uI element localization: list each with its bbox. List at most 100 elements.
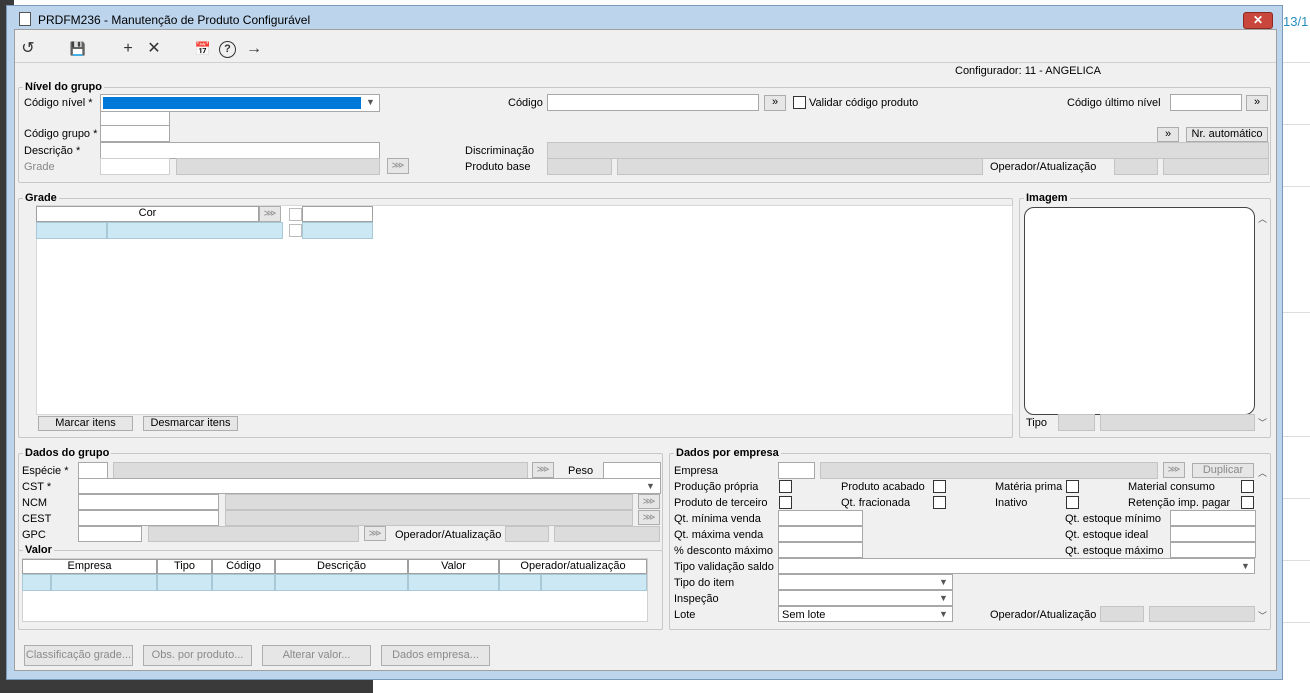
grade-col-search-button[interactable]: ⋙: [259, 206, 281, 222]
gpc-search-button[interactable]: ⋙: [364, 526, 386, 541]
inspecao-label: Inspeção: [674, 593, 719, 605]
ncm-input[interactable]: [78, 494, 219, 510]
produto-terceiro-checkbox[interactable]: [779, 496, 792, 509]
descricao-input[interactable]: [100, 142, 380, 159]
estoque-minimo-input[interactable]: [1170, 510, 1256, 526]
codigo-ultimo-input[interactable]: [1170, 94, 1242, 111]
classificacao-grade-button[interactable]: Classificação grade...: [24, 645, 133, 666]
valor-cell[interactable]: [499, 574, 541, 591]
marcar-itens-button[interactable]: Marcar itens: [38, 416, 133, 431]
gpc-input[interactable]: [78, 526, 142, 542]
chevron-down-icon: ▼: [939, 609, 948, 619]
valor-cell[interactable]: [157, 574, 212, 591]
tipo-validacao-select[interactable]: [778, 558, 1255, 574]
delete-icon[interactable]: ✕: [144, 39, 164, 59]
grade-input[interactable]: [100, 158, 170, 175]
codigo-nivel-select[interactable]: [100, 94, 380, 112]
alterar-valor-button[interactable]: Alterar valor...: [262, 645, 371, 666]
qt-minima-input[interactable]: [778, 510, 863, 526]
codigo-search-button[interactable]: »: [764, 95, 786, 111]
valor-cell[interactable]: [22, 574, 51, 591]
grade-search-button[interactable]: ⋙: [387, 158, 409, 174]
chevron-down-icon: ▼: [366, 97, 375, 107]
valor-cell[interactable]: [212, 574, 275, 591]
lote-select[interactable]: Sem lote: [778, 606, 953, 622]
discriminacao-field: [547, 142, 1269, 159]
retencao-checkbox[interactable]: [1241, 496, 1254, 509]
valor-cell[interactable]: [408, 574, 499, 591]
tipo-item-select[interactable]: [778, 574, 953, 590]
valor-col-codigo[interactable]: Código: [212, 559, 275, 574]
duplicar-button[interactable]: Duplicar: [1192, 463, 1254, 478]
cest-input[interactable]: [78, 510, 219, 526]
tipo-item-label: Tipo do item: [674, 577, 735, 589]
material-consumo-checkbox[interactable]: [1241, 480, 1254, 493]
undo-icon[interactable]: ↺: [18, 39, 38, 59]
especie-input[interactable]: [78, 462, 108, 479]
grade-header-checkbox[interactable]: [289, 208, 302, 221]
calendar-icon[interactable]: 📅: [193, 39, 213, 59]
materia-prima-checkbox[interactable]: [1066, 480, 1079, 493]
grade-cell[interactable]: [107, 222, 283, 239]
nr-automatico-button[interactable]: Nr. automático: [1186, 127, 1268, 142]
valor-col-tipo[interactable]: Tipo: [157, 559, 212, 574]
producao-propria-label: Produção própria: [674, 481, 759, 493]
nr-search-button[interactable]: »: [1157, 127, 1179, 142]
empresa-input[interactable]: [778, 462, 815, 479]
chevron-down-icon: ▼: [939, 577, 948, 587]
grupo-atualizacao-field: [554, 526, 660, 542]
nivel-atualizacao-field: [1163, 158, 1269, 175]
empresa-search-button[interactable]: ⋙: [1163, 462, 1185, 478]
qt-maxima-input[interactable]: [778, 526, 863, 542]
scroll-down-icon[interactable]: ﹀: [1258, 416, 1267, 429]
estoque-ideal-input[interactable]: [1170, 526, 1256, 542]
qt-maxima-label: Qt. máxima venda: [674, 529, 764, 541]
exit-icon[interactable]: →: [244, 39, 264, 59]
valor-col-valor[interactable]: Valor: [408, 559, 499, 574]
ncm-label: NCM: [22, 497, 48, 509]
save-icon[interactable]: 💾: [68, 39, 88, 59]
ncm-search-button[interactable]: ⋙: [638, 494, 660, 509]
desmarcar-itens-button[interactable]: Desmarcar itens: [143, 416, 238, 431]
valor-col-operador[interactable]: Operador/atualização: [499, 559, 647, 574]
validar-checkbox[interactable]: [793, 96, 806, 109]
app-icon: [19, 12, 31, 26]
codigo-ultimo-search-button[interactable]: »: [1246, 95, 1268, 111]
desconto-input[interactable]: [778, 542, 863, 558]
estoque-maximo-input[interactable]: [1170, 542, 1256, 558]
valor-cell[interactable]: [51, 574, 157, 591]
descricao-label: Descrição *: [24, 145, 81, 157]
produto-acabado-checkbox[interactable]: [933, 480, 946, 493]
produto-base-desc: [617, 158, 983, 175]
help-icon[interactable]: ?: [219, 41, 236, 58]
cst-select[interactable]: [78, 478, 661, 494]
valor-col-empresa[interactable]: Empresa: [22, 559, 157, 574]
grade-cell[interactable]: [36, 222, 107, 239]
scroll-up-icon[interactable]: ︿: [1258, 212, 1267, 225]
nivel-operador-field: [1114, 158, 1158, 175]
grade-row-checkbox[interactable]: [289, 224, 302, 237]
peso-input[interactable]: [603, 462, 661, 479]
add-icon[interactable]: +: [118, 39, 138, 59]
codigo-grupo-input[interactable]: [100, 125, 170, 142]
scroll-up-icon[interactable]: ︿: [1258, 466, 1267, 479]
close-button[interactable]: ✕: [1243, 12, 1273, 29]
grade-col-extra[interactable]: [302, 206, 373, 222]
grade-cell[interactable]: [302, 222, 373, 239]
producao-propria-checkbox[interactable]: [779, 480, 792, 493]
valor-col-descricao[interactable]: Descrição: [275, 559, 408, 574]
grade-col-cor[interactable]: Cor: [36, 206, 259, 222]
cest-search-button[interactable]: ⋙: [638, 510, 660, 525]
scroll-down-icon[interactable]: ﹀: [1258, 609, 1267, 622]
especie-search-button[interactable]: ⋙: [532, 462, 554, 478]
dados-empresa-button[interactable]: Dados empresa...: [381, 645, 490, 666]
qt-fracionada-checkbox[interactable]: [933, 496, 946, 509]
inativo-checkbox[interactable]: [1066, 496, 1079, 509]
valor-cell[interactable]: [275, 574, 408, 591]
materia-prima-label: Matéria prima: [995, 481, 1063, 493]
valor-cell[interactable]: [541, 574, 647, 591]
codigo-input[interactable]: [547, 94, 759, 111]
obs-produto-button[interactable]: Obs. por produto...: [143, 645, 252, 666]
gpc-desc: [148, 526, 359, 542]
inspecao-select[interactable]: [778, 590, 953, 606]
